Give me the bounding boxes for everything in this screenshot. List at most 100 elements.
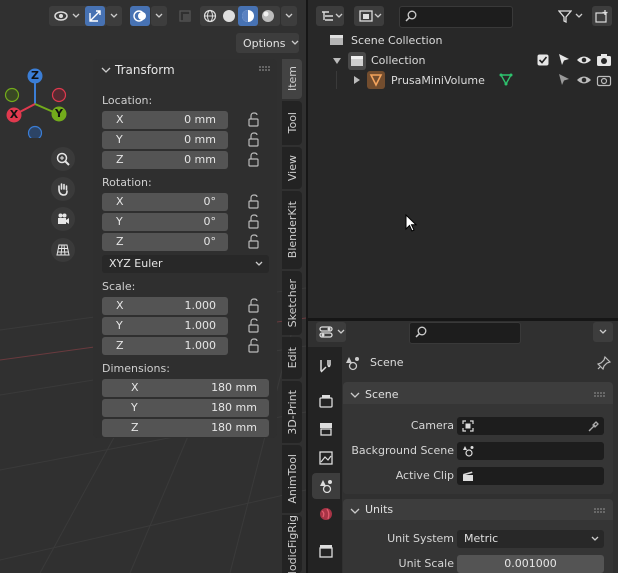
options-dropdown[interactable]: Options: [236, 33, 299, 53]
lock-icon[interactable]: [245, 318, 261, 334]
shading-material-icon[interactable]: [238, 6, 258, 26]
shading-mode-group[interactable]: [200, 6, 280, 26]
scale-z-field[interactable]: Z 1.000: [102, 337, 228, 355]
background-scene-field[interactable]: [457, 442, 604, 460]
tab-sketcher[interactable]: Sketcher: [282, 271, 302, 335]
shading-solid-icon[interactable]: [219, 6, 239, 26]
drag-handle-icon[interactable]: [594, 392, 606, 398]
mesh-data-icon[interactable]: [499, 72, 513, 86]
mouse-cursor-icon: [405, 214, 418, 232]
dimensions-y-field[interactable]: Y 180 mm: [102, 399, 269, 417]
scene-collection-label[interactable]: Scene Collection: [351, 34, 442, 47]
new-collection-button[interactable]: [592, 6, 612, 26]
scene-data-icon: [463, 446, 474, 457]
overlay-toggle-button[interactable]: [130, 6, 150, 26]
outliner-search-input[interactable]: [399, 6, 513, 28]
filter-dropdown[interactable]: [555, 6, 585, 26]
overlay-dropdown[interactable]: [151, 6, 167, 26]
tab-3d-print[interactable]: 3D-Print: [282, 381, 302, 443]
expand-down-icon[interactable]: [333, 57, 341, 65]
collection-label[interactable]: Collection: [371, 54, 425, 67]
drag-handle-icon[interactable]: [259, 66, 271, 72]
options-dropdown[interactable]: [593, 322, 613, 342]
unit-scale-field[interactable]: 0.001000: [457, 555, 604, 573]
area-divider[interactable]: [306, 0, 308, 573]
editor-type-dropdown[interactable]: [316, 322, 346, 342]
3d-viewport[interactable]: Options Z X Y Transform Location: X0 mm …: [0, 0, 306, 573]
lock-icon[interactable]: [245, 194, 261, 210]
collapse-chevron-icon[interactable]: [101, 66, 111, 74]
scale-y-field[interactable]: Y 1.000: [102, 317, 228, 335]
active-clip-field[interactable]: [457, 467, 604, 485]
lock-icon[interactable]: [245, 298, 261, 314]
drag-handle-icon[interactable]: [594, 508, 606, 514]
scale-label: Scale:: [102, 280, 136, 293]
location-z-field[interactable]: Z0 mm: [102, 151, 228, 169]
shading-wireframe-icon[interactable]: [200, 6, 220, 26]
tab-tool[interactable]: [312, 353, 340, 379]
lock-icon[interactable]: [245, 234, 261, 250]
active-clip-label: Active Clip: [395, 469, 454, 482]
lock-icon[interactable]: [245, 112, 261, 128]
lock-icon[interactable]: [245, 214, 261, 230]
scale-x-field[interactable]: X 1.000: [102, 297, 228, 315]
tab-view-layer[interactable]: [312, 445, 340, 471]
lock-icon[interactable]: [245, 338, 261, 354]
xray-toggle-button[interactable]: [175, 6, 195, 26]
grid-icon[interactable]: [51, 238, 75, 262]
unit-system-dropdown[interactable]: Metric: [457, 530, 604, 548]
dimensions-x-field[interactable]: X 180 mm: [102, 379, 269, 397]
select-arrow-icon[interactable]: [557, 53, 571, 67]
gizmo-dropdown[interactable]: [106, 6, 122, 26]
pin-icon[interactable]: [597, 356, 611, 370]
gizmo-toggle-button[interactable]: [85, 6, 105, 26]
object-label[interactable]: PrusaMiniVolume: [391, 74, 485, 87]
rotation-mode-dropdown[interactable]: XYZ Euler: [102, 255, 269, 273]
tab-collection[interactable]: [312, 538, 340, 564]
tab-view[interactable]: View: [282, 147, 302, 189]
rotation-z-field[interactable]: Z 0°: [102, 233, 228, 251]
rotation-y-field[interactable]: Y 0°: [102, 213, 228, 231]
tab-output[interactable]: [312, 416, 340, 442]
rotation-x-field[interactable]: X 0°: [102, 193, 228, 211]
gizmo-z-label: Z: [31, 69, 39, 82]
shading-dropdown[interactable]: [281, 6, 297, 26]
tab-edit[interactable]: Edit: [282, 337, 302, 379]
tab-tool[interactable]: Tool: [282, 101, 302, 145]
clip-icon: [463, 471, 473, 481]
tab-modicfigrig[interactable]: ModicFigRig: [282, 515, 302, 573]
tab-scene[interactable]: [312, 473, 340, 499]
dimensions-z-field[interactable]: Z 180 mm: [102, 419, 269, 437]
camera-icon[interactable]: [51, 207, 75, 231]
tab-blenderkit[interactable]: BlenderKit: [282, 191, 302, 269]
location-x-field[interactable]: X0 mm: [102, 111, 228, 129]
properties-editor[interactable]: Scene Scene Camera Background Scene Acti…: [308, 321, 618, 573]
select-arrow-icon[interactable]: [557, 73, 571, 87]
hand-icon[interactable]: [51, 177, 75, 201]
editor-type-dropdown[interactable]: [316, 6, 344, 26]
collapse-chevron-icon[interactable]: [350, 391, 360, 399]
shading-rendered-icon[interactable]: [258, 6, 278, 26]
checkbox-icon[interactable]: [537, 54, 549, 66]
eye-icon[interactable]: [576, 73, 592, 87]
lock-icon[interactable]: [245, 132, 261, 148]
zoom-icon[interactable]: [51, 147, 75, 171]
area-divider[interactable]: [308, 318, 618, 321]
tab-item[interactable]: Item: [282, 59, 302, 99]
eyedropper-icon[interactable]: [588, 420, 600, 432]
lock-icon[interactable]: [245, 152, 261, 168]
properties-search-input[interactable]: [409, 322, 521, 344]
rotation-label: Rotation:: [102, 176, 152, 189]
render-camera-icon[interactable]: [596, 73, 612, 87]
outliner-editor[interactable]: Scene Collection Collection PrusaMiniVol…: [308, 0, 618, 318]
render-camera-icon[interactable]: [596, 53, 612, 67]
tab-world[interactable]: [312, 501, 340, 527]
eye-icon[interactable]: [576, 53, 592, 67]
camera-field[interactable]: [457, 417, 604, 435]
tab-animtool[interactable]: AnimTool: [282, 445, 302, 513]
collapse-chevron-icon[interactable]: [350, 507, 360, 515]
expand-right-icon[interactable]: [353, 76, 361, 84]
tab-render[interactable]: [312, 388, 340, 414]
display-mode-dropdown[interactable]: [354, 6, 384, 26]
location-y-field[interactable]: Y0 mm: [102, 131, 228, 149]
